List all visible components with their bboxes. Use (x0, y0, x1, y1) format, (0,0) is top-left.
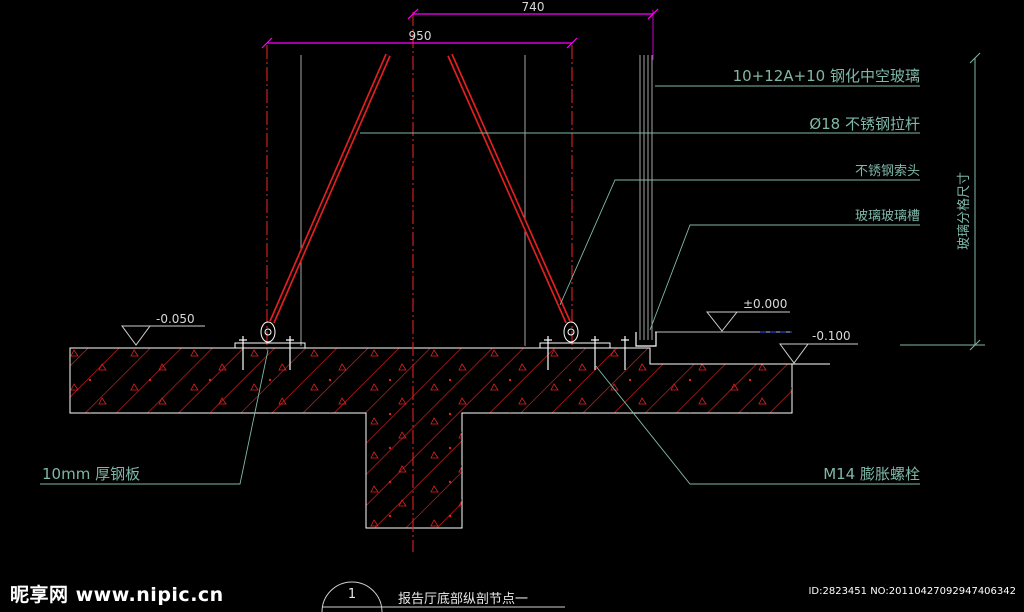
glass-slot (635, 332, 657, 347)
level-text-left: -0.050 (156, 312, 195, 326)
concrete-foundation (69, 347, 793, 529)
level-marker-right (779, 343, 858, 364)
dim-text-950: 950 (409, 29, 432, 43)
level-text-right: -0.100 (812, 329, 851, 343)
vertical-dimension (900, 52, 985, 351)
level-marker-left (121, 325, 205, 346)
title-text: 报告厅底部纵剖节点一 (398, 591, 528, 607)
glass-panel (639, 55, 653, 340)
tension-rods (269, 53, 571, 324)
base-plates (234, 342, 611, 349)
level-marker-zero (705, 311, 790, 332)
label-rod: Ø18 不锈钢拉杆 (809, 115, 920, 133)
cad-drawing: 740 950 玻璃分格尺寸 10+12A+10 钢化中空玻璃 Ø18 不锈钢拉… (40, 0, 985, 612)
label-glass: 10+12A+10 钢化中空玻璃 (733, 67, 920, 85)
dim-text-740: 740 (522, 0, 545, 14)
title-number: 1 (348, 587, 356, 602)
watermark-logo: 昵享网 www.nipic.cn (10, 584, 224, 606)
label-plate: 10mm 厚钢板 (42, 465, 140, 483)
label-bolt: M14 膨胀螺栓 (823, 465, 920, 483)
label-cable-head: 不锈钢索头 (855, 164, 920, 179)
vertical-label: 玻璃分格尺寸 (956, 172, 972, 250)
label-glass-slot: 玻璃玻璃槽 (855, 209, 920, 224)
leaders (40, 85, 920, 485)
level-text-zero: ±0.000 (743, 297, 787, 311)
cable-heads (260, 321, 579, 343)
watermark-id: ID:2823451 NO:20110427092947406342 (808, 586, 1016, 597)
